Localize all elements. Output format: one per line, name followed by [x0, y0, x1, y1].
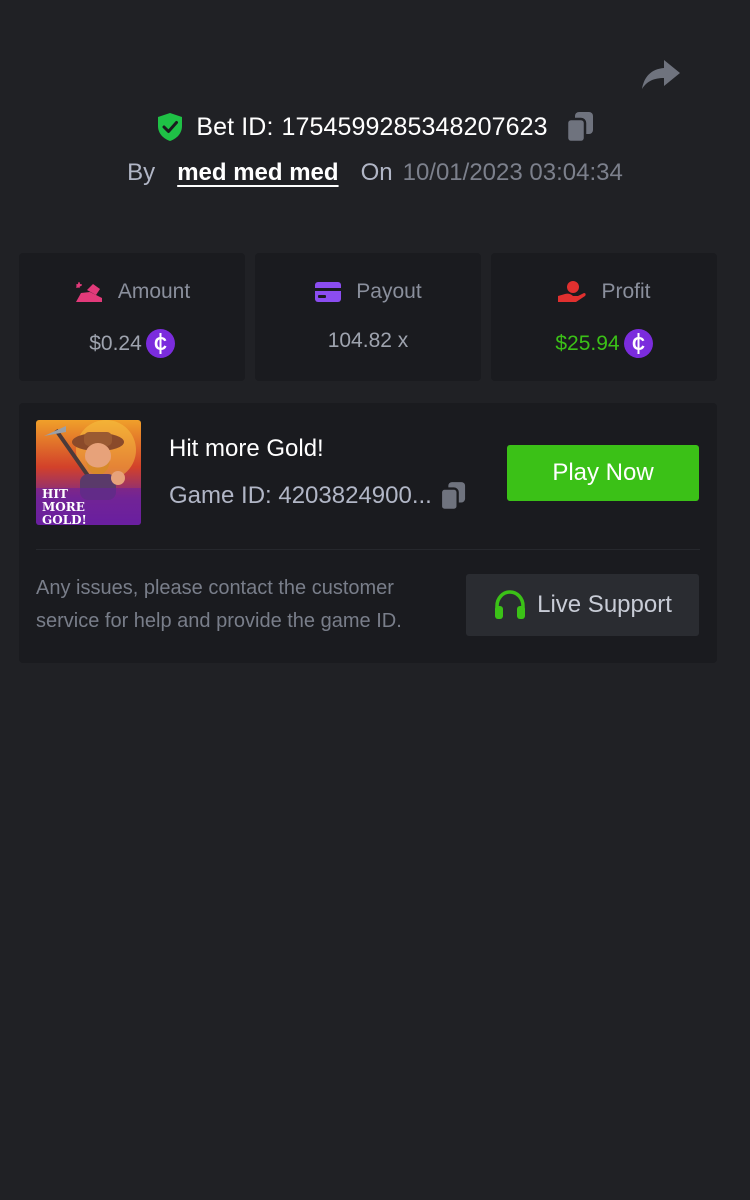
bet-date: 10/01/2023 03:04:34 [402, 159, 623, 186]
game-title: Hit more Gold! [169, 435, 324, 462]
bet-id-row: Bet ID: 1754599285348207623 [0, 108, 750, 146]
amount-value: $0.24 [89, 331, 142, 355]
amount-icon [75, 282, 102, 302]
share-icon[interactable] [640, 56, 682, 94]
divider [36, 549, 700, 550]
profit-value: $25.94 [555, 331, 620, 355]
bet-id-value: 1754599285348207623 [281, 112, 548, 141]
hand-coin-icon [558, 281, 587, 302]
shield-check-icon [158, 113, 183, 141]
play-now-button[interactable]: Play Now [507, 445, 699, 501]
headset-icon [495, 590, 526, 619]
on-label: On [360, 159, 393, 186]
live-support-button[interactable]: Live Support [466, 574, 699, 636]
payout-label: Payout [356, 280, 422, 303]
payout-card: Payout 104.82 x [255, 253, 481, 381]
game-thumbnail[interactable]: HIT MORE GOLD! [36, 420, 141, 525]
bet-id-label: Bet ID: [196, 112, 274, 141]
amount-card: Amount $0.24 C [19, 253, 245, 381]
support-help-text: Any issues, please contact the customer … [36, 577, 402, 632]
bet-meta-row: By med med med On 10/01/2023 03:04:34 [0, 155, 750, 191]
amount-label: Amount [117, 280, 191, 303]
game-id: Game ID: 4203824900... [169, 482, 432, 509]
payout-value: 104.82 x [327, 329, 409, 352]
profit-label: Profit [601, 280, 651, 303]
profit-card: Profit $25.94 C [491, 253, 717, 381]
coin-icon: C [145, 329, 175, 358]
live-support-label: Live Support [537, 591, 672, 618]
copy-game-id-icon[interactable] [439, 481, 466, 511]
card-icon [315, 282, 342, 302]
coin-icon: C [623, 329, 653, 358]
by-label: By [127, 159, 156, 186]
copy-bet-id-icon[interactable] [565, 111, 594, 143]
username-link[interactable]: med med med [177, 159, 338, 187]
game-thumbnail-title: HIT MORE GOLD! [42, 487, 87, 526]
game-card: HIT MORE GOLD! Hit more Gold! Game ID: 4… [19, 403, 717, 663]
